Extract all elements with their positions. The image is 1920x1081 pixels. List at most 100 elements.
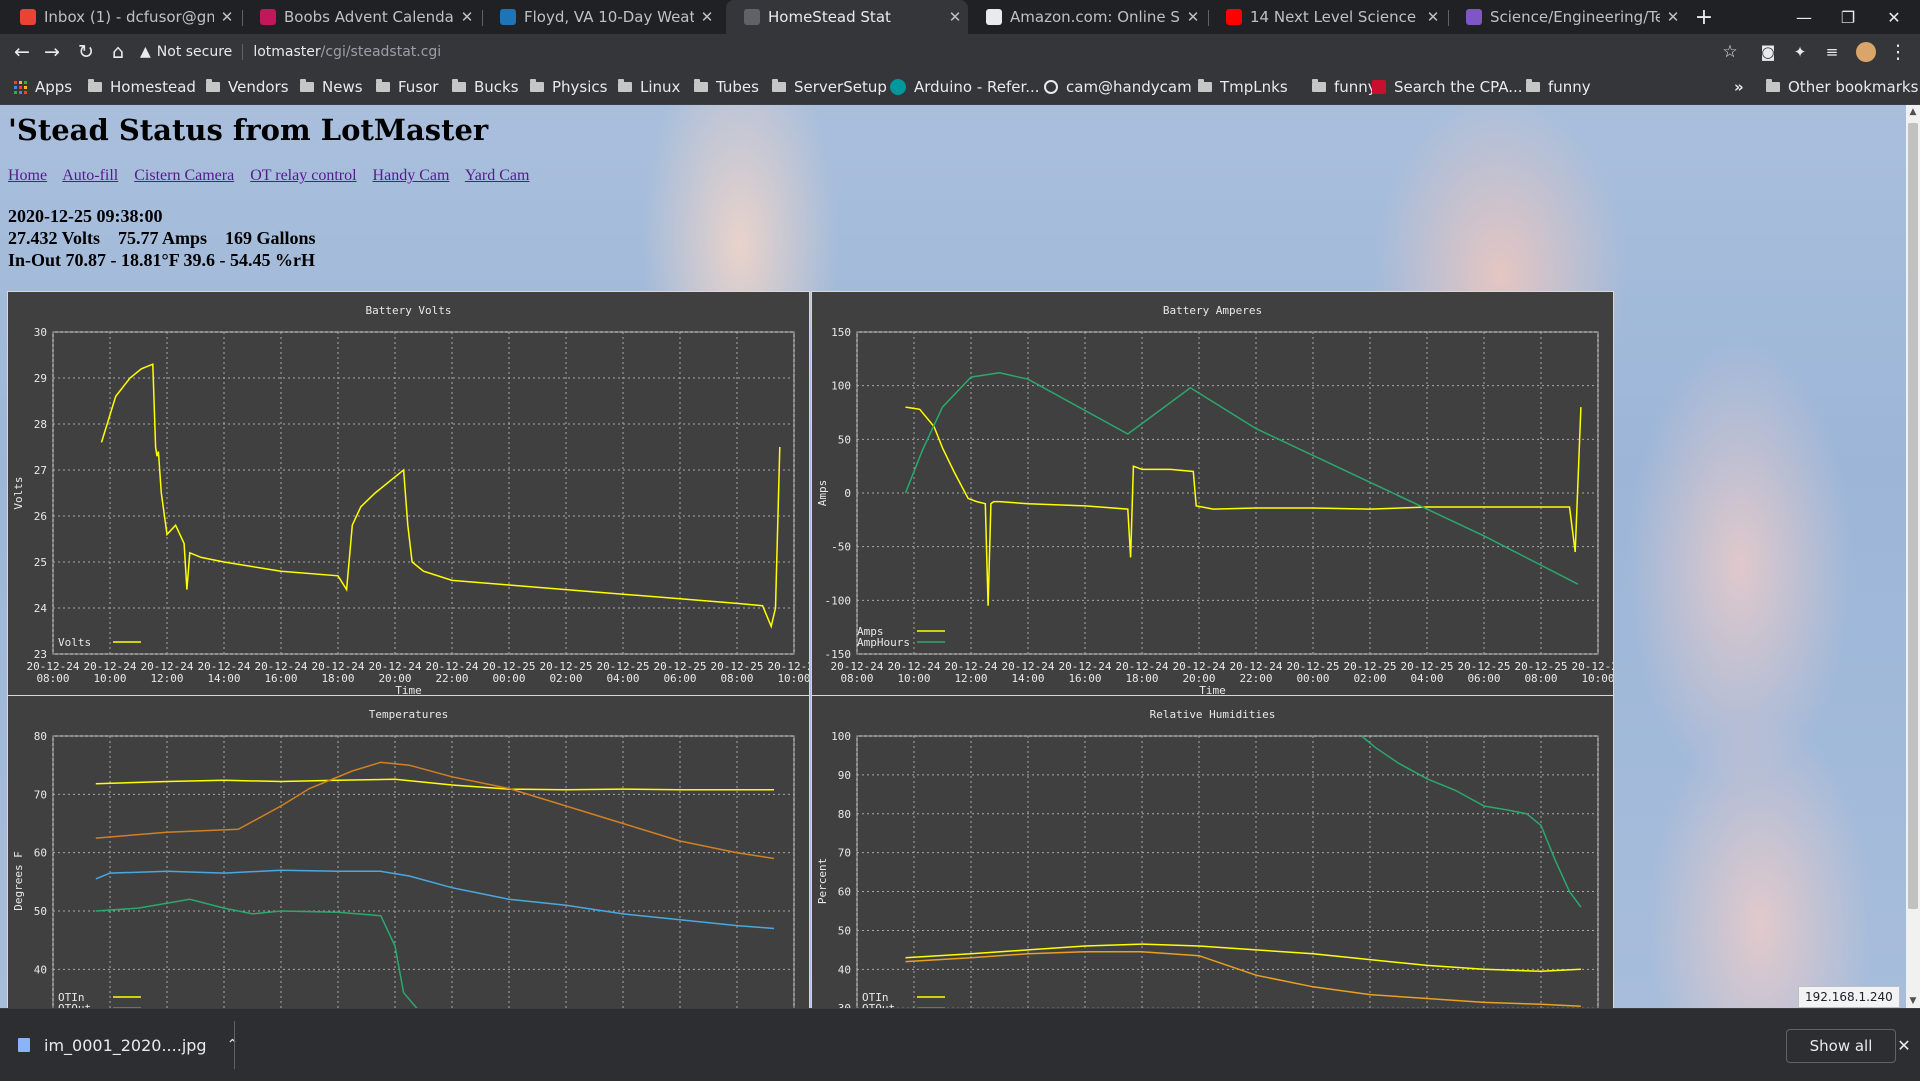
x-tick-label: 06:00 [1467, 672, 1500, 685]
x-tick-label: 02:00 [1353, 672, 1386, 685]
minimize-button[interactable]: — [1782, 0, 1826, 34]
folder-icon [1198, 79, 1212, 92]
y-tick-label: 0 [844, 487, 851, 500]
bookmark-fusor[interactable]: Fusor [376, 70, 438, 104]
scroll-down-arrow-icon[interactable]: ▼ [1906, 994, 1920, 1008]
scroll-up-arrow-icon[interactable]: ▲ [1906, 105, 1920, 119]
bookmark-label: Other bookmarks [1788, 78, 1919, 96]
bookmarks-bar: Apps Homestead Vendors News Fusor Bucks … [0, 70, 1920, 105]
bookmark-cpan[interactable]: Search the CPA... [1372, 70, 1523, 104]
status-timestamp: 2020-12-25 09:38:00 [8, 206, 163, 226]
bookmark-label: Vendors [228, 78, 289, 96]
bookmark-linux[interactable]: Linux [618, 70, 680, 104]
tab-youtube[interactable]: 14 Next Level Science Desk ✕ [1208, 0, 1446, 34]
nav-link-yard-cam[interactable]: Yard Cam [465, 167, 530, 184]
security-label[interactable]: Not secure [157, 44, 233, 60]
forward-button[interactable]: → [38, 34, 66, 70]
tab-advent[interactable]: Boobs Advent Calendar ! ✕ [242, 0, 480, 34]
new-tab-button[interactable]: + [1682, 0, 1726, 34]
bookmark-handycam[interactable]: cam@handycam [1044, 70, 1192, 104]
folder-icon [530, 79, 544, 92]
extensions-puzzle-icon[interactable]: ✦ [1786, 34, 1814, 70]
bookmarks-overflow-button[interactable]: » [1734, 70, 1744, 104]
chart-svg: 2324252627282930Battery VoltsVolts20-12-… [12, 304, 809, 697]
bookmark-news[interactable]: News [300, 70, 363, 104]
other-bookmarks[interactable]: Other bookmarks [1766, 70, 1918, 104]
address-bar[interactable]: ▲ Not secure lotmaster/cgi/steadstat.cgi [140, 38, 1740, 66]
apps-icon [14, 80, 27, 94]
show-all-button[interactable]: Show all [1786, 1029, 1896, 1063]
image-file-icon [18, 1038, 30, 1052]
back-button[interactable]: ← [8, 34, 36, 70]
tab-weather[interactable]: Floyd, VA 10-Day Weather ✕ [482, 0, 720, 34]
restore-button[interactable]: ❐ [1826, 0, 1870, 34]
media-queue-icon[interactable]: ≡ [1818, 34, 1846, 70]
close-tab-icon[interactable]: ✕ [454, 8, 480, 26]
legend-label: AmpHours [857, 636, 910, 649]
gmail-icon [20, 9, 36, 25]
nav-link-ot-relay-control[interactable]: OT relay control [250, 167, 356, 184]
scrollbar-thumb[interactable] [1908, 123, 1918, 909]
bookmark-serversetup[interactable]: ServerSetup [772, 70, 887, 104]
close-tab-icon[interactable]: ✕ [942, 8, 968, 26]
nav-link-handy-cam[interactable]: Handy Cam [373, 167, 450, 184]
extension-icon[interactable]: ◙ [1754, 34, 1782, 70]
y-tick-label: 70 [838, 847, 851, 860]
folder-icon [206, 79, 220, 92]
bookmark-apps[interactable]: Apps [14, 70, 72, 104]
bookmark-tubes[interactable]: Tubes [694, 70, 759, 104]
bookmark-tmplnks[interactable]: TmpLnks [1198, 70, 1288, 104]
chevron-up-icon[interactable]: ⌃ [227, 1037, 239, 1053]
nav-link-home[interactable]: Home [8, 167, 47, 184]
nav-link-auto-fill[interactable]: Auto-fill [62, 167, 118, 184]
site-icon [1466, 9, 1482, 25]
status-environment: In-Out 70.87 - 18.81°F 39.6 - 54.45 %rH [8, 250, 316, 270]
youtube-icon [1226, 9, 1242, 25]
bookmark-homestead[interactable]: Homestead [88, 70, 196, 104]
bookmark-vendors[interactable]: Vendors [206, 70, 289, 104]
bookmark-arduino[interactable]: Arduino - Refer... [890, 70, 1040, 104]
reload-button[interactable]: ↻ [72, 34, 100, 70]
x-tick-label: 10:00 [1581, 672, 1613, 685]
menu-icon[interactable]: ⋮ [1884, 34, 1912, 70]
nav-link-cistern-camera[interactable]: Cistern Camera [134, 167, 234, 184]
bookmark-physics[interactable]: Physics [530, 70, 607, 104]
x-tick-label: 08:00 [720, 672, 753, 685]
tab-amazon[interactable]: Amazon.com: Online Shop ✕ [968, 0, 1206, 34]
bookmark-label: Apps [35, 78, 73, 96]
status-power: 27.432 Volts 75.77 Amps 169 Gallons [8, 228, 316, 248]
url-host[interactable]: lotmaster [253, 44, 320, 60]
avatar[interactable] [1852, 34, 1880, 70]
home-button[interactable]: ⌂ [104, 34, 132, 70]
tab-science[interactable]: Science/Engineering/Tech ✕ [1448, 0, 1686, 34]
download-item[interactable]: im_0001_2020....jpg ⌃ [18, 1025, 238, 1065]
bookmark-funny-2[interactable]: funny [1526, 70, 1591, 104]
y-tick-label: -50 [831, 541, 851, 554]
close-tab-icon[interactable]: ✕ [694, 8, 720, 26]
close-window-button[interactable]: ✕ [1872, 0, 1916, 34]
y-tick-label: 30 [34, 326, 47, 339]
page-scrollbar[interactable]: ▲ ▼ [1906, 105, 1920, 1008]
y-tick-label: 24 [34, 602, 48, 615]
folder-icon [452, 79, 466, 92]
tab-homestead-stat[interactable]: HomeStead Stat ✕ [726, 0, 968, 34]
close-tab-icon[interactable]: ✕ [214, 8, 240, 26]
close-tab-icon[interactable]: ✕ [1180, 8, 1206, 26]
tab-title: Floyd, VA 10-Day Weather [524, 8, 694, 26]
close-tab-icon[interactable]: ✕ [1420, 8, 1446, 26]
tab-gmail[interactable]: Inbox (1) - dcfusor@gmail ✕ [2, 0, 240, 34]
warning-icon[interactable]: ▲ [140, 44, 151, 60]
download-bar: im_0001_2020....jpg ⌃ Show all ✕ [0, 1008, 1920, 1081]
chart-temperatures: 20304050607080TemperaturesDegrees FOTInO… [7, 695, 810, 1008]
download-filename: im_0001_2020....jpg [44, 1035, 207, 1055]
bookmark-funny[interactable]: funny [1312, 70, 1377, 104]
tab-title: Boobs Advent Calendar ! [284, 8, 454, 26]
bookmark-bucks[interactable]: Bucks [452, 70, 519, 104]
close-icon[interactable]: ✕ [1892, 1031, 1916, 1059]
y-tick-label: 50 [838, 924, 851, 937]
bookmark-star-icon[interactable]: ☆ [1716, 34, 1744, 70]
page-icon [744, 9, 760, 25]
x-tick-label: 04:00 [606, 672, 639, 685]
x-tick-label: 08:00 [840, 672, 873, 685]
url-path[interactable]: /cgi/steadstat.cgi [321, 44, 442, 60]
